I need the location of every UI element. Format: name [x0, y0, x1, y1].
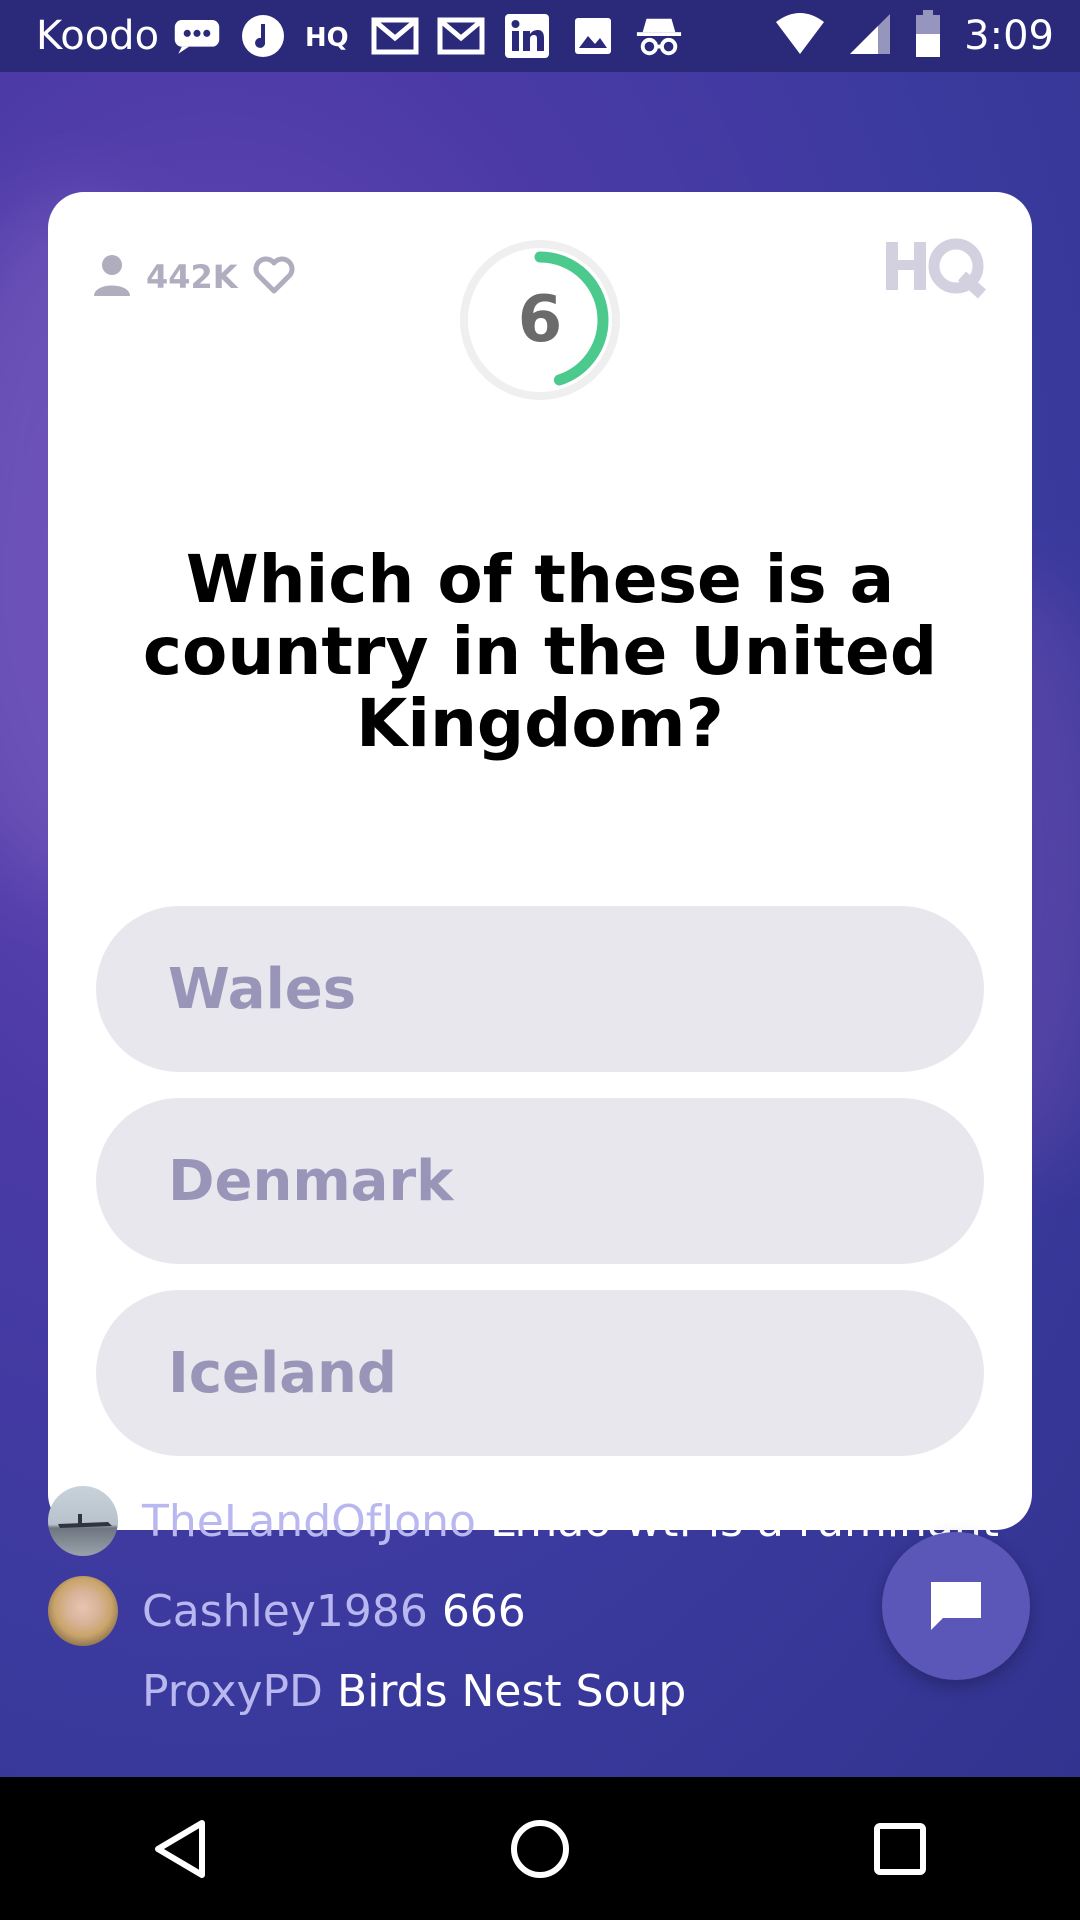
hq-icon: HQ	[305, 12, 353, 60]
signal-icon	[848, 12, 892, 60]
viewer-count: 442K	[92, 254, 296, 300]
battery-icon	[914, 10, 942, 62]
chat-message: ProxyPD Birds Nest Soup	[142, 1666, 686, 1717]
home-button[interactable]	[490, 1799, 590, 1899]
wifi-icon	[774, 12, 826, 60]
answer-option-1[interactable]: Wales	[96, 906, 984, 1072]
person-icon	[92, 254, 132, 300]
countdown-timer: 6	[458, 238, 622, 402]
question-text: Which of these is a country in the Unite…	[142, 541, 938, 762]
system-icons: 3:09	[774, 10, 1054, 62]
chat-text: 666	[441, 1585, 526, 1637]
chat-username[interactable]: Cashley1986	[142, 1586, 428, 1637]
navigation-bar	[0, 1777, 1080, 1920]
back-button[interactable]	[130, 1799, 230, 1899]
gmail-icon	[371, 12, 419, 60]
chat-text: Birds Nest Soup	[336, 1666, 687, 1717]
carrier-name: Koodo	[36, 13, 160, 59]
open-chat-button[interactable]	[882, 1532, 1030, 1680]
recents-square-icon	[874, 1822, 926, 1875]
notification-icons: HQ	[173, 12, 683, 60]
chat-message: TheLandOfJono Lmao wtf is a ruminant	[48, 1486, 999, 1556]
clock: 3:09	[964, 13, 1054, 59]
status-bar: Koodo HQ 3:09	[0, 0, 1080, 72]
linkedin-icon	[503, 12, 551, 60]
recents-button[interactable]	[850, 1799, 950, 1899]
question-card: 442K 6 Which of these is a country in th…	[48, 192, 1032, 1530]
answer-option-3[interactable]: Iceland	[96, 1290, 984, 1456]
music-icon	[239, 12, 287, 60]
back-triangle-icon	[155, 1819, 205, 1878]
chat-icon	[931, 1582, 981, 1630]
timer-seconds: 6	[517, 283, 563, 357]
chat-username[interactable]: TheLandOfJono	[142, 1496, 476, 1547]
game-screen: 442K 6 Which of these is a country in th…	[0, 72, 1080, 1777]
viewer-count-label: 442K	[146, 258, 238, 296]
chat-bubble-icon	[173, 12, 221, 60]
gmail-icon	[437, 12, 485, 60]
avatar	[48, 1486, 118, 1556]
hq-logo	[882, 236, 987, 300]
chat-username[interactable]: ProxyPD	[142, 1666, 323, 1717]
heart-icon[interactable]	[252, 255, 296, 299]
chat-message: Cashley1986 666	[48, 1576, 526, 1646]
photo-icon	[569, 12, 617, 60]
incognito-icon	[635, 12, 683, 60]
answer-option-2[interactable]: Denmark	[96, 1098, 984, 1264]
svg-text:HQ: HQ	[305, 23, 349, 51]
home-circle-icon	[511, 1819, 569, 1878]
avatar	[48, 1576, 118, 1646]
